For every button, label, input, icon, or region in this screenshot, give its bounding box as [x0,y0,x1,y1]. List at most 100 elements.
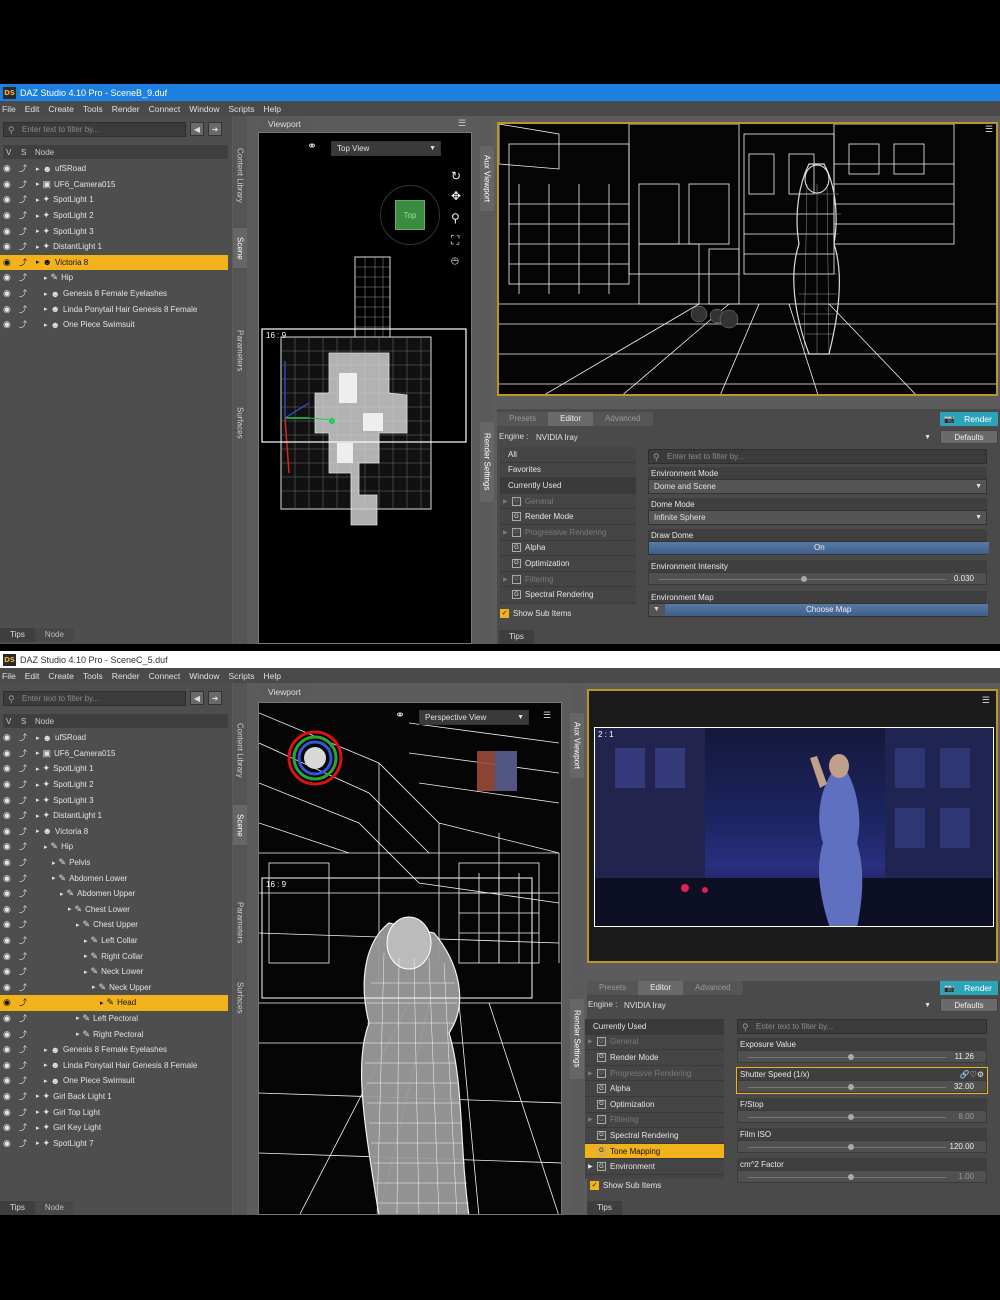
scene-filter-input[interactable]: ⚲ Enter text to filter by... [3,122,186,137]
aux-viewport[interactable]: ☰ 2 : 1 [587,689,998,963]
category-environment[interactable]: ▶ G Environment [585,1159,724,1175]
eye-icon[interactable]: ◉ [3,1138,17,1149]
select-icon[interactable]: ⤴ [19,194,27,205]
menu-tools[interactable]: Tools [83,104,103,114]
category-currently-used[interactable]: Currently Used [500,478,636,494]
tab-tips[interactable]: Tips [499,630,534,644]
tab-presets[interactable]: Presets [497,412,549,426]
expand-button[interactable]: ➜ [208,691,222,705]
eye-icon[interactable]: ◉ [3,304,17,315]
select-icon[interactable]: ⤴ [19,779,27,790]
eye-icon[interactable]: ◉ [3,163,17,174]
environment-mode-dropdown[interactable]: Dome and Scene ▼ [648,479,987,494]
collapse-button[interactable]: ◀ [190,122,204,136]
category-spectral-rendering[interactable]: G Spectral Rendering [585,1128,724,1144]
slider-knob[interactable] [848,1114,854,1120]
select-icon[interactable]: ⤴ [19,163,27,174]
eye-icon[interactable]: ◉ [3,1013,17,1024]
tab-parameters[interactable]: Parameters [233,893,247,953]
category-alpha[interactable]: G Alpha [585,1081,724,1097]
select-icon[interactable]: ⤴ [19,919,27,930]
expand-triangle-icon[interactable]: ▸ [36,243,40,251]
tree-row[interactable]: ◉ ⤴ ▸ ☻ ufSRoad [0,161,228,177]
eye-icon[interactable]: ◉ [3,1122,17,1133]
eye-icon[interactable]: ◉ [3,1091,17,1102]
select-icon[interactable]: ⤴ [19,873,27,884]
slider-knob[interactable] [848,1084,854,1090]
category-tone-mapping[interactable]: G Tone Mapping [585,1143,724,1160]
expand-triangle-icon[interactable]: ▸ [36,734,40,742]
slider-knob[interactable] [848,1174,854,1180]
eye-icon[interactable]: ◉ [3,810,17,821]
slider-knob[interactable] [848,1054,854,1060]
expand-triangle-icon[interactable]: ▸ [84,952,88,960]
category-currently-used[interactable]: Currently Used [585,1019,724,1035]
tab-editor[interactable]: Editor [548,412,594,426]
tab-tips[interactable]: Tips [0,1201,35,1215]
select-icon[interactable]: ⤴ [19,795,27,806]
eye-icon[interactable]: ◉ [3,841,17,852]
category-filtering[interactable]: ▶ G Filtering [500,572,636,588]
eye-icon[interactable]: ◉ [3,1075,17,1086]
show-sub-items-checkbox[interactable]: ✓ Show Sub Items [590,1181,661,1190]
tree-row[interactable]: ◉ ⤴ ▸ ✦ DistantLight 1 [0,239,228,255]
tree-row[interactable]: ◉ ⤴ ▸ ✎ Left Pectoral [0,1011,228,1027]
props-filter-input[interactable]: ⚲ Enter text to filter by... [737,1019,987,1034]
render-button[interactable]: 📷 Render [940,412,998,426]
environment-intensity-slider[interactable]: 0.030 [648,572,987,585]
collapse-button[interactable]: ◀ [190,691,204,705]
expand-triangle-icon[interactable]: ▸ [60,890,64,898]
eye-icon[interactable]: ◉ [3,966,17,977]
tree-row[interactable]: ◉ ⤴ ▸ ☻ Genesis 8 Female Eyelashes [0,1042,228,1058]
expand-triangle-icon[interactable]: ▸ [36,196,40,204]
select-icon[interactable]: ⤴ [19,1138,27,1149]
tree-row[interactable]: ◉ ⤴ ▸ ✦ DistantLight 1 [0,808,228,824]
expand-triangle-icon[interactable]: ▸ [44,843,48,851]
select-icon[interactable]: ⤴ [19,748,27,759]
tree-row[interactable]: ◉ ⤴ ▸ ✎ Abdomen Upper [0,886,228,902]
select-icon[interactable]: ⤴ [19,904,27,915]
eye-icon[interactable]: ◉ [3,982,17,993]
tab-content-library[interactable]: Content Library [233,713,247,788]
expand-triangle-icon[interactable]: ▸ [44,290,48,298]
value-slider[interactable]: 32.00 [737,1080,987,1093]
scene-filter-input[interactable]: ⚲ Enter text to filter by... [3,691,186,706]
tree-row[interactable]: ◉ ⤴ ▸ ☻ Victoria 8 [0,824,228,840]
expand-triangle-icon[interactable]: ▸ [84,968,88,976]
select-icon[interactable]: ⤴ [19,857,27,868]
expand-triangle-icon[interactable]: ▸ [36,1092,40,1100]
tree-row[interactable]: ◉ ⤴ ▸ ✎ Neck Upper [0,980,228,996]
menu-connect[interactable]: Connect [149,104,181,114]
eye-icon[interactable]: ◉ [3,888,17,899]
menu-file[interactable]: File [2,104,16,114]
expand-triangle-icon[interactable]: ▸ [36,812,40,820]
expand-triangle-icon[interactable]: ▸ [44,321,48,329]
tab-aux-viewport[interactable]: Aux Viewport [570,713,584,778]
tree-row[interactable]: ◉ ⤴ ▸ ✦ SpotLight 3 [0,792,228,808]
select-icon[interactable]: ⤴ [19,272,27,283]
expand-triangle-icon[interactable]: ▸ [68,905,72,913]
expand-triangle-icon[interactable]: ▸ [36,180,40,188]
viewport-menu-icon[interactable]: ☰ [458,118,466,129]
eye-icon[interactable]: ◉ [3,748,17,759]
viewport-tab[interactable]: Viewport [258,686,311,700]
eye-icon[interactable]: ◉ [3,288,17,299]
select-icon[interactable]: ⤴ [19,288,27,299]
tab-node[interactable]: Node [34,1201,74,1215]
select-icon[interactable]: ⤴ [19,257,27,268]
expand-triangle-icon[interactable]: ▸ [92,983,96,991]
expand-triangle-icon[interactable]: ▸ [76,1014,80,1022]
eye-icon[interactable]: ◉ [3,226,17,237]
expand-triangle-icon[interactable]: ▸ [36,781,40,789]
select-icon[interactable]: ⤴ [19,1044,27,1055]
expand-triangle-icon[interactable]: ▸ [36,827,40,835]
select-icon[interactable]: ⤴ [19,1075,27,1086]
select-icon[interactable]: ⤴ [19,1013,27,1024]
eye-icon[interactable]: ◉ [3,272,17,283]
engine-dropdown[interactable]: NVIDIA Iray ▼ [619,998,935,1013]
defaults-button[interactable]: Defaults [940,998,998,1012]
tree-row[interactable]: ◉ ⤴ ▸ ☻ One Piece Swimsuit [0,317,228,333]
select-icon[interactable]: ⤴ [19,319,27,330]
tree-row[interactable]: ◉ ⤴ ▸ ✦ SpotLight 2 [0,208,228,224]
eye-icon[interactable]: ◉ [3,873,17,884]
